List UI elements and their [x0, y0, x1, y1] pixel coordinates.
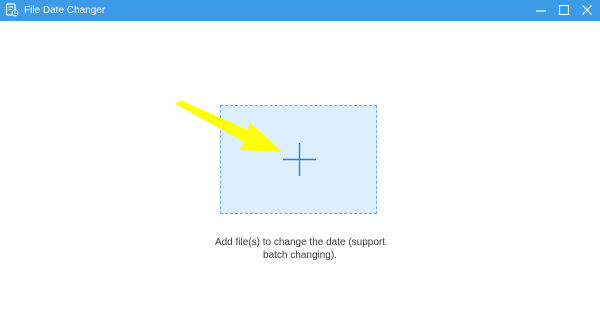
window-title: File Date Changer [24, 5, 106, 16]
close-button[interactable] [574, 0, 600, 21]
minimize-icon [536, 10, 546, 12]
plus-icon [283, 143, 316, 176]
close-icon [582, 5, 592, 15]
hint-line-1: Add file(s) to change the date (support [214, 237, 386, 248]
title-bar: File Date Changer [0, 0, 600, 21]
add-files-hint: Add file(s) to change the date (support … [190, 236, 410, 262]
arrow-pointer-icon [175, 100, 282, 152]
hint-line-2: batch changing). [263, 250, 337, 261]
app-window: File Date Changer Add file(s) to change … [0, 0, 600, 322]
maximize-icon [558, 5, 570, 16]
file-calendar-icon [5, 3, 19, 17]
